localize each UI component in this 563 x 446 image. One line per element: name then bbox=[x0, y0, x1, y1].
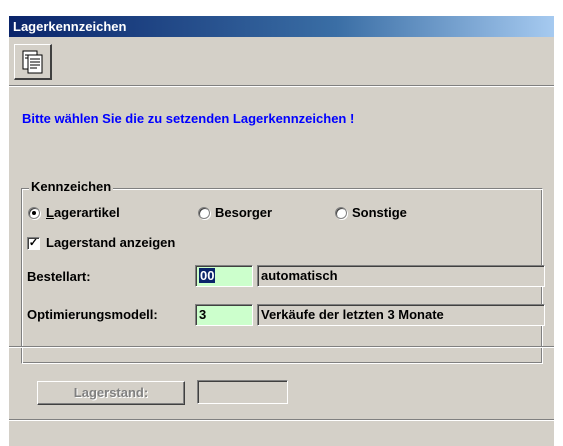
document-button[interactable] bbox=[14, 44, 52, 80]
radio-lagerartikel-text: agerartikel bbox=[53, 205, 120, 220]
radio-sonstige-label[interactable]: Sonstige bbox=[352, 205, 407, 220]
section-separator-1 bbox=[9, 346, 554, 348]
lagerstand-button[interactable]: Lagerstand: bbox=[37, 381, 185, 405]
radio-besorger-label[interactable]: Besorger bbox=[215, 205, 272, 220]
bestellart-description: automatisch bbox=[257, 265, 545, 287]
toolbar-separator bbox=[9, 85, 554, 87]
bestellart-code-input[interactable]: 00 bbox=[195, 265, 253, 287]
dialog-window: Lagerkennzeichen Bitte wählen Sie die zu… bbox=[9, 16, 554, 446]
radio-selected-dot bbox=[32, 211, 36, 215]
radio-sonstige[interactable] bbox=[335, 207, 347, 219]
lagerstand-value-field bbox=[197, 380, 288, 404]
document-icon bbox=[22, 50, 42, 73]
bestellart-label: Bestellart: bbox=[27, 269, 91, 284]
lagerstand-anzeigen-checkbox[interactable]: ✓ bbox=[27, 237, 40, 250]
instruction-text: Bitte wählen Sie die zu setzenden Lagerk… bbox=[22, 111, 355, 126]
bestellart-code-value: 00 bbox=[199, 268, 216, 283]
window-title: Lagerkennzeichen bbox=[13, 19, 127, 34]
radio-besorger[interactable] bbox=[198, 207, 210, 219]
optimierungsmodell-label: Optimierungsmodell: bbox=[27, 307, 158, 322]
radio-lagerartikel-label[interactable]: Lagerartikel bbox=[46, 205, 120, 220]
lagerstand-anzeigen-label[interactable]: Lagerstand anzeigen bbox=[46, 235, 175, 250]
section-separator-2 bbox=[9, 419, 554, 421]
radio-besorger-text: Besorger bbox=[215, 205, 273, 220]
radio-lagerartikel[interactable] bbox=[28, 207, 40, 219]
title-bar: Lagerkennzeichen bbox=[9, 16, 554, 37]
optimierungsmodell-code-input[interactable]: 3 bbox=[195, 304, 253, 326]
radio-sonstige-text: Sonstige bbox=[352, 205, 407, 220]
kennzeichen-legend: Kennzeichen bbox=[29, 179, 114, 194]
optimierungsmodell-description: Verkäufe der letzten 3 Monate bbox=[257, 304, 545, 326]
